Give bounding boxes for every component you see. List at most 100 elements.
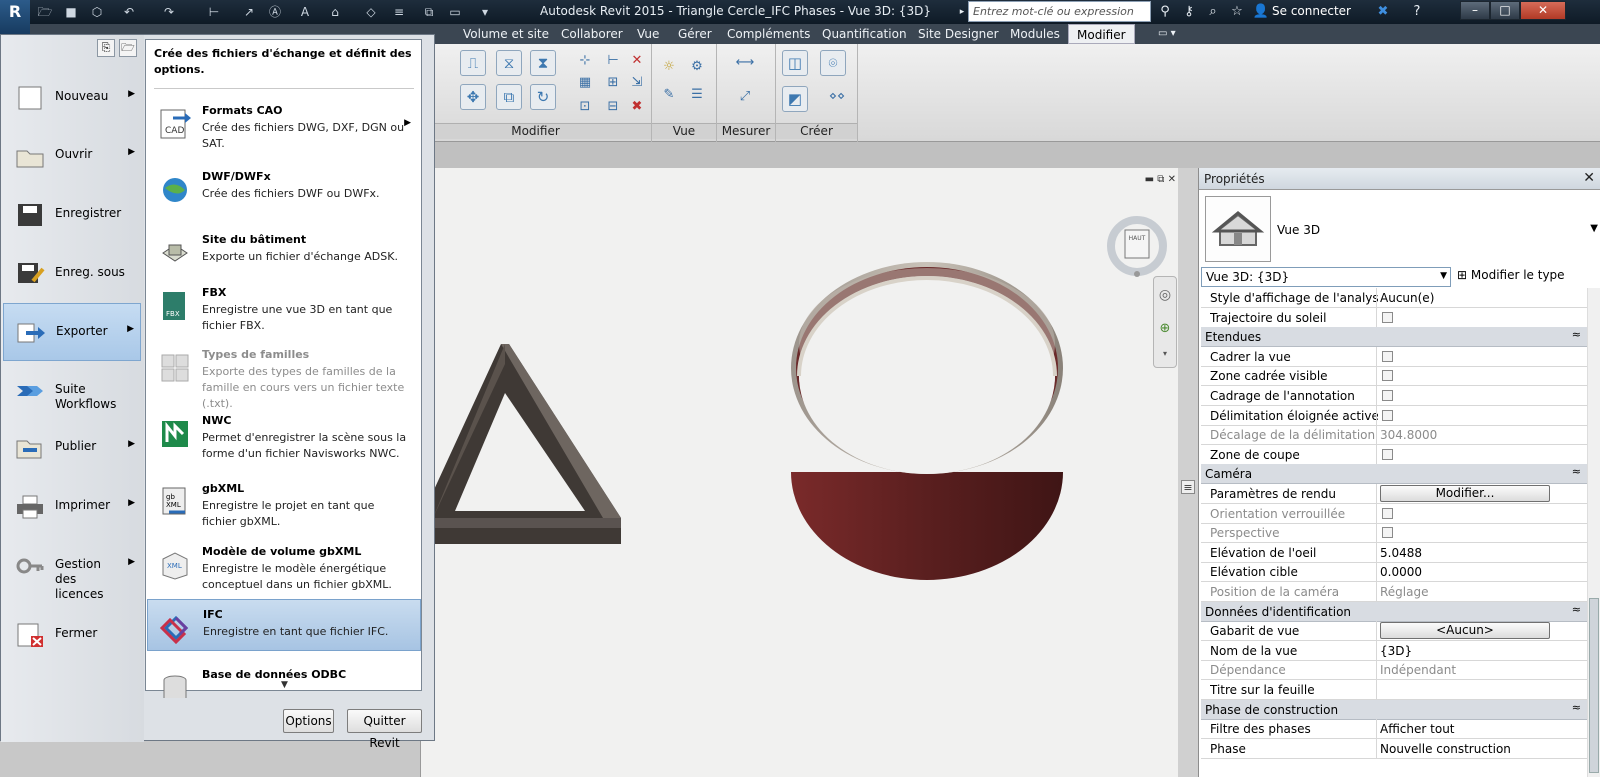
type-dropdown-icon[interactable]: ▼: [1590, 223, 1598, 234]
mirror-axis-icon[interactable]: ⧖: [496, 50, 522, 76]
tag-icon[interactable]: Ⓐ: [266, 3, 284, 21]
instance-filter-select[interactable]: Vue 3D: {3D} ▼: [1201, 267, 1451, 287]
undo-icon[interactable]: ↶: [120, 3, 138, 21]
nav-item-enreg-sous[interactable]: Enreg. sous: [3, 245, 141, 303]
sign-in-link[interactable]: Se connecter: [1272, 4, 1351, 18]
property-value[interactable]: 0.0000: [1380, 565, 1422, 579]
application-menu-button[interactable]: R: [0, 0, 30, 34]
ribbon-minimize-icon[interactable]: ▭ ▾: [1158, 24, 1176, 44]
switch-windows-icon[interactable]: ▭: [446, 3, 464, 21]
export-item-dwf-dwfx[interactable]: DWF/DWFx Crée des fichiers DWF ou DWFx.: [147, 162, 421, 228]
nav-item-fermer[interactable]: Fermer: [3, 606, 141, 664]
nav-item-publier[interactable]: Publier ▶: [3, 419, 141, 477]
create-parts-icon[interactable]: ◩: [782, 86, 808, 112]
export-item-gbxml[interactable]: gb XML gbXML Enregistre le projet en tant q…: [147, 474, 421, 540]
search-input[interactable]: Entrez mot-clé ou expression: [968, 1, 1151, 22]
property-row[interactable]: Délimitation éloignée active: [1201, 405, 1587, 426]
pin-icon[interactable]: ⊢: [604, 52, 622, 70]
circle-wall[interactable]: [791, 262, 1063, 580]
align-icon[interactable]: ⎍: [460, 50, 486, 76]
3d-view-canvas[interactable]: HAUT ◎ ⊕ ▾: [420, 168, 1178, 777]
lightbulb-icon[interactable]: ☼: [660, 58, 678, 76]
scroll-down-icon[interactable]: ▼: [281, 680, 288, 690]
open-docs-icon[interactable]: 🗁: [119, 39, 137, 57]
property-value[interactable]: 5.0488: [1380, 546, 1422, 560]
property-group-header[interactable]: Etendues ≈: [1201, 327, 1587, 348]
nav-item-exporter[interactable]: Exporter ▶: [3, 303, 141, 361]
zoom-region-icon[interactable]: ⊕: [1156, 321, 1174, 339]
export-item-nwc[interactable]: NWC Permet d'enregistrer la scène sous la…: [147, 406, 421, 472]
aligned-dimension-icon[interactable]: ⤢: [727, 88, 763, 106]
override-icon[interactable]: ⚙: [688, 58, 706, 76]
paint-icon[interactable]: ✎: [660, 86, 678, 104]
recent-docs-icon[interactable]: ⎘: [97, 39, 115, 57]
help-icon[interactable]: ?: [1408, 3, 1426, 21]
save-icon[interactable]: ■: [62, 3, 80, 21]
property-value[interactable]: Aucun(e): [1380, 291, 1434, 305]
3d-view-icon[interactable]: ⌂: [326, 3, 344, 21]
export-item-mod-le-de-volume-gbxml[interactable]: XML Modèle de volume gbXML Enregistre le m…: [147, 537, 421, 603]
property-row[interactable]: Style d'affichage de l'analyse...Aucun(e…: [1201, 288, 1587, 308]
tab-gerer[interactable]: Gérer: [678, 24, 712, 44]
user-icon[interactable]: 👤: [1252, 3, 1270, 21]
property-group-header[interactable]: Caméra ≈: [1201, 464, 1587, 485]
tab-modules[interactable]: Modules: [1010, 24, 1060, 44]
rotate-icon[interactable]: ↻: [530, 84, 556, 110]
edit-type-button[interactable]: ⊞ Modifier le type: [1457, 268, 1565, 282]
favorites-star-icon[interactable]: ☆: [1228, 3, 1246, 21]
property-row[interactable]: Zone cadrée visible: [1201, 366, 1587, 387]
extend-icon[interactable]: ⊟: [604, 98, 622, 116]
view-splitter[interactable]: ≡: [1178, 168, 1198, 777]
tab-collaborer[interactable]: Collaborer: [561, 24, 623, 44]
open-icon[interactable]: 🗁: [36, 3, 54, 21]
redo-icon[interactable]: ↷: [160, 3, 178, 21]
tab-quantification[interactable]: Quantification: [822, 24, 907, 44]
property-row[interactable]: Elévation cible 0.0000: [1201, 562, 1587, 583]
nav-item-imprimer[interactable]: Imprimer ▶: [3, 478, 141, 536]
tab-complements[interactable]: Compléments: [727, 24, 810, 44]
property-row[interactable]: Cadrer la vue: [1201, 346, 1587, 367]
copy-icon[interactable]: ⧉: [496, 84, 522, 110]
collapse-icon[interactable]: ≈: [1572, 701, 1581, 714]
viewcube[interactable]: HAUT: [1105, 216, 1169, 280]
property-row[interactable]: Titre sur la feuille: [1201, 680, 1587, 700]
collapse-icon[interactable]: ≈: [1572, 328, 1581, 341]
property-value[interactable]: Nouvelle construction: [1380, 742, 1511, 756]
array-icon[interactable]: ▦: [576, 74, 594, 92]
properties-scroll-thumb[interactable]: [1589, 598, 1599, 773]
property-checkbox[interactable]: [1382, 311, 1393, 323]
communication-icon[interactable]: ⌕: [1204, 3, 1222, 21]
property-row[interactable]: Paramètres de rendu Modifier...: [1201, 484, 1587, 504]
splitter-grip-icon[interactable]: ≡: [1181, 480, 1195, 494]
nav-item-enregistrer[interactable]: Enregistrer: [3, 186, 141, 244]
property-value[interactable]: {3D}: [1380, 644, 1412, 658]
steering-wheel-icon[interactable]: ◎: [1156, 287, 1174, 305]
scale-icon[interactable]: ⊞: [604, 74, 622, 92]
property-value-button[interactable]: Modifier...: [1380, 485, 1550, 502]
text-icon[interactable]: A: [296, 3, 314, 21]
properties-close-icon[interactable]: ✕: [1583, 170, 1595, 186]
property-checkbox[interactable]: [1382, 350, 1393, 362]
options-button[interactable]: Options: [283, 709, 334, 733]
tab-modifier[interactable]: Modifier: [1068, 24, 1135, 44]
dimension-icon[interactable]: ↗: [240, 3, 258, 21]
property-row[interactable]: Cadrage de l'annotation: [1201, 386, 1587, 406]
create-group-icon[interactable]: ⋄⋄: [822, 88, 852, 106]
property-row[interactable]: Gabarit de vue <Aucun>: [1201, 621, 1587, 642]
maximize-button[interactable]: □: [1490, 1, 1520, 20]
qat-dropdown-icon[interactable]: ▾: [476, 3, 494, 21]
nav-item-gestion-des-licences[interactable]: Gestion des licences ▶: [3, 537, 141, 601]
property-row[interactable]: Elévation de l'oeil 5.0488: [1201, 542, 1587, 563]
collapse-icon[interactable]: ≈: [1572, 465, 1581, 478]
close-window-button[interactable]: ✕: [1520, 1, 1566, 20]
mirror-draw-icon[interactable]: ⧗: [530, 50, 556, 76]
property-row[interactable]: Nom de la vue {3D}: [1201, 640, 1587, 661]
property-row[interactable]: Phase Nouvelle construction: [1201, 738, 1587, 759]
nav-item-ouvrir[interactable]: Ouvrir ▶: [3, 127, 141, 185]
property-row[interactable]: Filtre des phases Afficher tout: [1201, 719, 1587, 740]
export-item-formats-cao[interactable]: CAD Formats CAO Crée des fichiers DWG, DXF…: [147, 96, 421, 162]
quit-revit-button[interactable]: Quitter Revit: [347, 709, 422, 750]
property-checkbox[interactable]: [1382, 448, 1393, 460]
trim-icon[interactable]: ⇲: [628, 74, 646, 92]
property-group-header[interactable]: Phase de construction ≈: [1201, 699, 1587, 720]
